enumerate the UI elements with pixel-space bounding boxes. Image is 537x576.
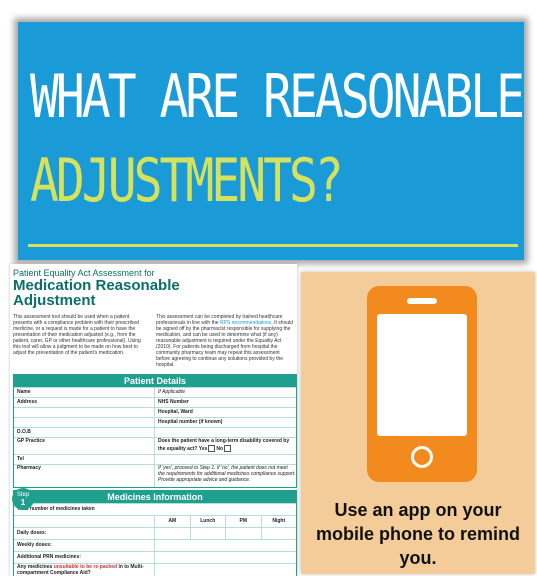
phone-screen: [377, 314, 467, 436]
panel-caption: Use an app on your mobile phone to remin…: [315, 500, 520, 568]
medicines-heading: Medicines Information: [14, 491, 296, 503]
patient-details-heading: Patient Details: [14, 375, 296, 387]
no-checkbox[interactable]: [224, 445, 232, 452]
reasonable-adjustments-banner: WHAT ARE REASONABLE ADJUSTMENTS?: [18, 22, 524, 260]
intro-right-column: This assessment can be completed by trai…: [156, 314, 294, 368]
intro-left-column: This assessment tool should be used when…: [13, 314, 141, 356]
table-row: Pharmacy If 'yes', proceed to Step 1. If …: [14, 464, 296, 487]
document-title: Medication Reasonable Adjustment: [13, 277, 180, 309]
table-row: D.O.B: [14, 427, 296, 437]
table-row: Daily doses:: [14, 527, 296, 539]
table-row: GP Practice Does the patient have a long-…: [14, 437, 296, 454]
table-row: Any medicines unsuitable to be re-packed…: [14, 563, 296, 576]
patient-details-section: Patient Details Name If Applicable Addres…: [13, 374, 297, 488]
yes-checkbox[interactable]: [208, 445, 216, 452]
table-row: Hospital number (if known): [14, 417, 296, 427]
mobile-phone-icon: [367, 286, 477, 482]
phone-home-button: [411, 446, 433, 468]
table-row: Name If Applicable: [14, 387, 296, 397]
table-row: Hospital, Ward: [14, 407, 296, 417]
banner-headline-line2: ADJUSTMENTS?: [30, 146, 344, 216]
phone-speaker: [407, 298, 437, 304]
banner-headline-line1: WHAT ARE REASONABLE: [30, 62, 524, 132]
table-row: Address NHS Number: [14, 397, 296, 407]
table-row: AM Lunch PM Night: [14, 515, 296, 527]
table-row: Total number of medicines taken: [14, 503, 296, 515]
table-row: Weekly doses:: [14, 539, 296, 551]
step-badge: Step 1: [12, 488, 34, 510]
table-row: Additional PRN medicines:: [14, 551, 296, 563]
phone-reminder-panel: Use an app on your mobile phone to remin…: [301, 272, 535, 574]
medicines-info-section: Step 1 Medicines Information Total number…: [12, 488, 297, 576]
table-row: Tel: [14, 454, 296, 464]
assessment-document: Patient Equality Act Assessment for Medi…: [10, 264, 297, 576]
banner-underline: [28, 244, 518, 247]
